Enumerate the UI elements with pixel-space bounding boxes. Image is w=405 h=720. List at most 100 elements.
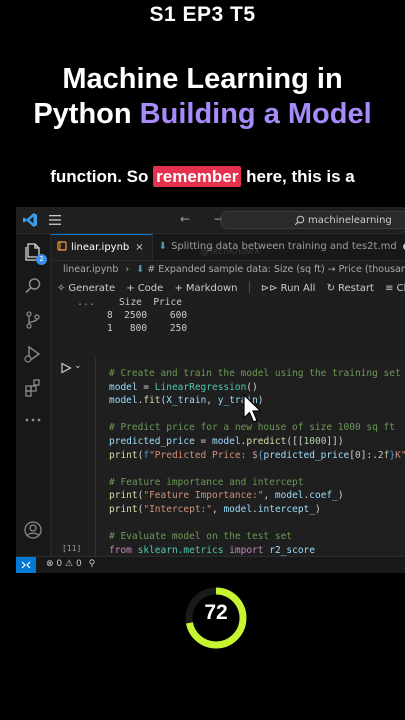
code-token: ,: [211, 503, 224, 515]
code-line[interactable]: # Evaluate model on the test set: [109, 530, 405, 544]
add-markdown-button[interactable]: + Markdown: [174, 279, 237, 299]
explorer-badge: 2: [36, 254, 47, 265]
vscode-logo-icon: [23, 213, 37, 227]
breadcrumb-section-icon: ⬇: [136, 264, 145, 275]
code-token: model: [223, 503, 253, 515]
plus-icon: +: [126, 283, 135, 294]
restart-icon: ↻: [326, 283, 335, 294]
ports-icon[interactable]: ⚲: [89, 559, 96, 569]
code-line[interactable]: print("Intercept:", model.intercept_): [109, 503, 405, 517]
warning-count: 0: [75, 559, 82, 569]
headline-line-1: Machine Learning in: [62, 63, 343, 95]
run-all-button[interactable]: ⊳⊳ Run All: [261, 279, 316, 299]
tab-linear-ipynb[interactable]: linear.ipynb ×: [51, 234, 153, 260]
code-line[interactable]: [109, 517, 405, 531]
caption-highlight: remember: [153, 166, 242, 187]
add-code-button[interactable]: + Code: [126, 279, 163, 299]
breadcrumb-file[interactable]: linear.ipynb: [63, 264, 118, 275]
close-icon[interactable]: ×: [135, 242, 143, 253]
code-token: ([[: [286, 435, 304, 447]
code-token: .2f: [372, 449, 390, 461]
restart-label: Restart: [338, 283, 374, 294]
status-bar: ⊗ 0 ⚠ 0 ⚲: [16, 556, 405, 573]
code-token: coef_: [309, 490, 338, 502]
command-center-search[interactable]: machinelearning: [221, 211, 405, 229]
code-token: model: [211, 435, 241, 447]
cell-output: ... Size Price 8 2500 600 1 800 250: [51, 297, 405, 345]
code-token: LinearRegression: [154, 381, 247, 393]
mouse-cursor-icon: [243, 394, 262, 423]
code-label: Code: [137, 283, 164, 294]
code-token: # Evaluate model on the test set: [109, 531, 293, 543]
breadcrumb-section[interactable]: # Expanded sample data: Size (sq ft) → P…: [147, 264, 405, 275]
run-debug-icon[interactable]: [23, 344, 43, 364]
code-line[interactable]: model = LinearRegression(): [109, 381, 405, 395]
code-token: import: [229, 544, 264, 556]
execution-count: [11]: [62, 544, 82, 553]
code-token: "Feature Importance:": [143, 490, 264, 502]
generate-label: Generate: [68, 283, 116, 294]
menu-icon[interactable]: [48, 214, 62, 226]
notebook-icon: [57, 241, 67, 251]
run-cell-icon[interactable]: [60, 362, 72, 374]
episode-label: S1 EP3 T5: [149, 3, 256, 26]
code-line[interactable]: predicted_price = model.predict([[1000]]…: [109, 435, 405, 449]
code-token: predict: [246, 435, 287, 447]
warning-icon: ⚠: [65, 559, 74, 569]
watermark: @TechKnowX: [200, 247, 260, 257]
toolbar-divider: [248, 281, 250, 293]
code-token: 1000: [303, 435, 327, 447]
run-all-icon: ⊳⊳: [260, 283, 278, 294]
code-token: model: [109, 395, 138, 407]
account-icon[interactable]: [23, 520, 43, 540]
code-line[interactable]: print(f"Predicted Price: ${predicted_pri…: [109, 449, 405, 463]
code-token: predicted_price: [109, 435, 195, 447]
tab-splitting-data-md[interactable]: ⬇ Splitting data between training and tes…: [153, 234, 405, 260]
code-token: print: [109, 490, 138, 502]
code-token: print: [109, 503, 138, 515]
caption-before: function. So: [50, 167, 149, 186]
generate-button[interactable]: ✧ Generate: [57, 279, 115, 299]
search-text: machinelearning: [308, 215, 392, 226]
markdown-label: Markdown: [185, 283, 238, 294]
code-token: from: [109, 544, 132, 556]
code-token: # Predict price for a new house of size …: [109, 422, 395, 434]
code-token: r2_score: [269, 544, 315, 556]
code-line[interactable]: # Feature importance and intercept: [109, 476, 405, 490]
code-token: print: [109, 449, 138, 461]
clear-icon: ≡: [385, 283, 394, 294]
more-icon[interactable]: [23, 410, 43, 430]
source-control-icon[interactable]: [23, 310, 43, 330]
code-line[interactable]: print("Feature Importance:", model.coef_…: [109, 489, 405, 503]
code-token: ]:: [360, 449, 373, 461]
notebook-toolbar: ✧ Generate + Code + Markdown ⊳⊳ Run All ↻ Res…: [51, 279, 405, 299]
headline-accent: Building a Model: [139, 98, 372, 130]
explorer-icon[interactable]: 2: [23, 242, 47, 265]
extensions-icon[interactable]: [23, 378, 43, 398]
output-more-icon[interactable]: ...: [77, 297, 95, 308]
remote-icon: [21, 561, 31, 569]
video-headline: Machine Learning in Python Building a Mo…: [0, 62, 405, 132]
output-header: Size Price: [119, 297, 182, 308]
search-icon[interactable]: [23, 276, 43, 296]
code-token: =: [194, 435, 212, 447]
code-token: fit: [143, 395, 161, 407]
code-token: ,: [263, 490, 275, 502]
subtitle-caption: function. So remember here, this is a: [0, 166, 405, 187]
title-bar: ← → machinelearning: [16, 207, 405, 234]
run-options-chevron-icon[interactable]: ⌄: [74, 361, 82, 371]
code-token: # Create and train the model using the t…: [109, 368, 401, 379]
markdown-icon: ⬇: [158, 241, 168, 252]
remote-button[interactable]: [16, 557, 36, 573]
restart-button[interactable]: ↻ Restart: [327, 279, 374, 299]
clear-outputs-button[interactable]: ≡Clear A: [385, 279, 405, 299]
problems-indicator[interactable]: ⊗ 0 ⚠ 0 ⚲: [46, 557, 95, 572]
code-line[interactable]: # Create and train the model using the t…: [109, 367, 405, 381]
code-token: predicted_price: [263, 449, 350, 461]
code-token: model: [274, 490, 304, 502]
plus-icon: +: [174, 283, 183, 294]
code-token: =: [137, 381, 155, 393]
code-token: X_train: [166, 395, 207, 407]
breadcrumb: linear.ipynb › ⬇ # Expanded sample data:…: [51, 261, 405, 279]
code-line[interactable]: [109, 462, 405, 476]
